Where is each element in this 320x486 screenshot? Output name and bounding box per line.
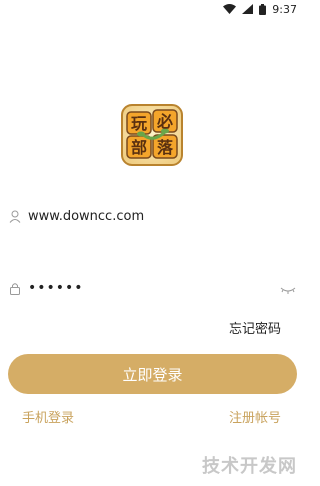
login-button[interactable]: 立即登录 [8, 354, 297, 394]
user-icon [8, 209, 22, 223]
forgot-password-link[interactable]: 忘记密码 [229, 318, 281, 337]
lock-icon [8, 281, 22, 295]
battery-icon [259, 3, 267, 15]
phone-login-link[interactable]: 手机登录 [22, 407, 74, 426]
password-input[interactable]: •••••• [28, 280, 279, 296]
wifi-icon [223, 4, 237, 14]
username-field[interactable] [8, 205, 297, 227]
register-link[interactable]: 注册帐号 [229, 407, 281, 426]
logo-char-3: 部 [131, 138, 147, 157]
logo-char-2: 必 [156, 112, 173, 131]
logo-char-4: 落 [157, 138, 174, 157]
username-input[interactable] [28, 208, 297, 224]
status-time: 9:37 [272, 2, 297, 16]
logo-char-1: 玩 [131, 114, 147, 133]
signal-icon [242, 4, 254, 14]
status-bar: 9:37 [0, 0, 305, 18]
eye-closed-icon[interactable] [279, 281, 297, 295]
password-field[interactable]: •••••• [8, 277, 297, 299]
watermark: 技术开发网 [202, 456, 297, 477]
app-logo: 玩 必 部 落 [121, 104, 183, 166]
